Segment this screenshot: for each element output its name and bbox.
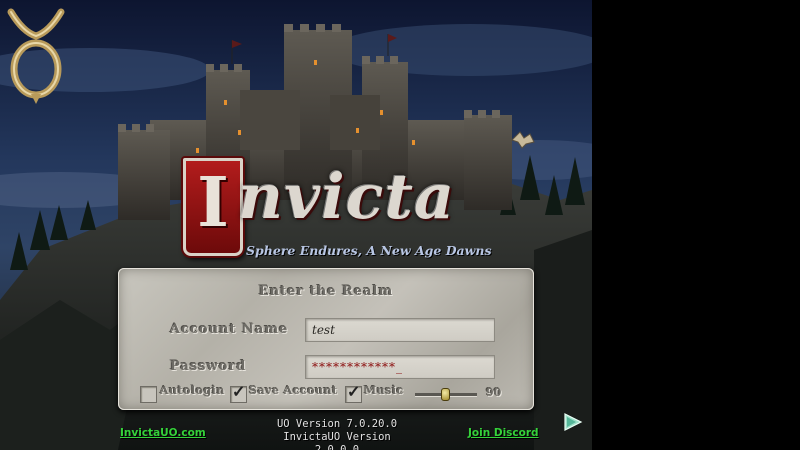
empty-black-area: [592, 0, 800, 450]
autologin-label: Autologin: [160, 384, 225, 397]
music-label: Music: [364, 384, 404, 397]
panel-title: Enter the Realm: [258, 284, 394, 299]
version-info: UO Version 7.0.20.0 InvictaUO Version 2.…: [262, 418, 412, 450]
logo-title-text: nvicta: [238, 160, 456, 233]
game-tagline: Sphere Endures, A New Age Dawns: [246, 243, 492, 258]
music-volume-value: 90: [486, 386, 502, 399]
join-discord-link[interactable]: Join Discord: [468, 427, 539, 439]
login-panel: Enter the Realm Account Name test Passwo…: [118, 268, 534, 410]
account-name-label: Account Name: [170, 322, 289, 337]
next-arrow-icon[interactable]: [563, 413, 583, 431]
game-logo: nvicta: [186, 160, 486, 250]
gargoyle-figure-icon: [511, 131, 535, 149]
website-link[interactable]: InvictaUO.com: [120, 427, 206, 439]
save-account-checkbox[interactable]: ✓: [230, 382, 247, 403]
password-input[interactable]: ************_: [305, 355, 495, 379]
checkmark-icon: ✓: [347, 382, 361, 401]
music-volume-slider-knob[interactable]: [441, 388, 451, 401]
ultima-ankh-emblem-icon: [7, 8, 65, 104]
password-label: Password: [170, 359, 247, 374]
login-screen: I nvicta Sphere Endures, A New Age Dawns…: [0, 0, 592, 450]
save-account-label: Save Account: [249, 384, 338, 397]
music-checkbox[interactable]: ✓: [345, 382, 362, 403]
checkmark-icon: ✓: [232, 382, 246, 401]
uo-version-text: UO Version 7.0.20.0: [276, 418, 398, 430]
autologin-checkbox[interactable]: [140, 386, 157, 403]
invicta-version-text: InvictaUO Version 2.0.0.0: [283, 431, 391, 450]
account-name-input[interactable]: test: [305, 318, 495, 342]
